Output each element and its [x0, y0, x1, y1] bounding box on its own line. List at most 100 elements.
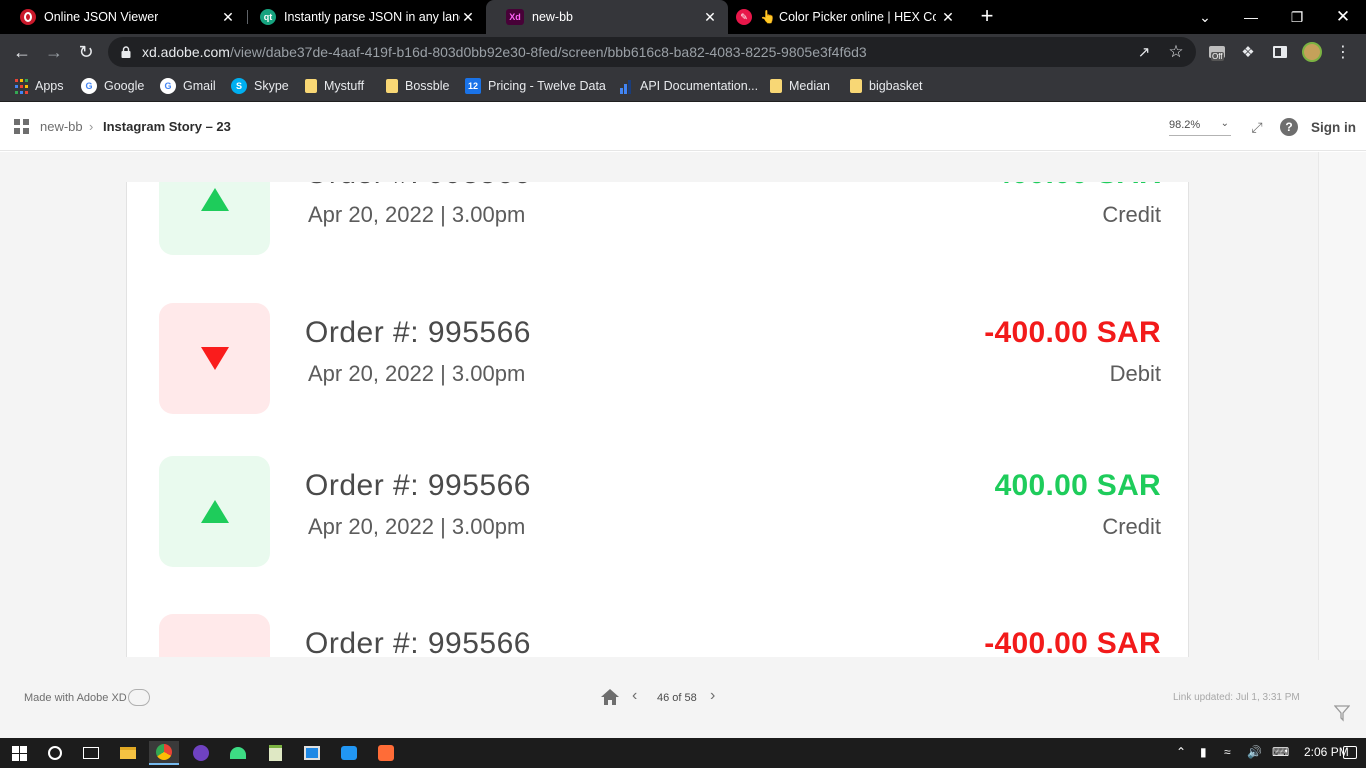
battery-icon[interactable]: ▮	[1200, 745, 1207, 759]
menu-kebab-icon[interactable]: ⋮	[1332, 41, 1354, 63]
postman-icon[interactable]	[371, 741, 401, 765]
notepad-icon[interactable]	[260, 741, 290, 765]
transaction-row[interactable]: Order #: 995566 Apr 20, 2022 | 3.00pm -4…	[127, 303, 1188, 415]
android-studio-icon[interactable]	[223, 741, 253, 765]
app-icon[interactable]	[334, 741, 364, 765]
transaction-date: Apr 20, 2022 | 3.00pm	[308, 202, 526, 227]
made-with-adobe-xd[interactable]: Made with Adobe XD	[24, 692, 127, 704]
breadcrumb-root[interactable]: new-bb	[40, 119, 83, 134]
lock-icon	[121, 46, 131, 58]
volume-icon[interactable]: 🔊	[1247, 745, 1262, 759]
extension-off-icon[interactable]: Off	[1206, 41, 1228, 63]
transaction-amount: -400.00 SAR	[984, 627, 1161, 657]
minimize-icon[interactable]: —	[1228, 0, 1274, 34]
file-explorer-icon[interactable]	[113, 741, 143, 765]
windows-start-icon[interactable]	[4, 741, 34, 765]
chart-bars-icon	[617, 78, 633, 94]
previous-screen-arrow-icon[interactable]: ‹	[632, 687, 637, 705]
windows-taskbar: ⌃ ▮ ≈ 🔊 ⌨ 2:06 PM	[0, 738, 1366, 768]
bookmark-apps[interactable]: Apps	[15, 76, 64, 96]
bookmark-label: Bossble	[405, 79, 450, 93]
triangle-up-icon	[200, 500, 229, 523]
address-bar[interactable]: xd.adobe.com/view/dabe37de-4aaf-419f-b16…	[108, 37, 1196, 67]
restore-icon[interactable]: ❐	[1274, 0, 1320, 34]
transaction-date: Apr 20, 2022 | 3.00pm	[308, 361, 526, 386]
transaction-row[interactable]: Order #: 995566 Apr 20, 2022 | 3.00pm 40…	[127, 456, 1188, 568]
bookmark-star-icon[interactable]: ☆	[1165, 41, 1187, 63]
tray-chevron-up-icon[interactable]: ⌃	[1176, 745, 1186, 759]
fullscreen-expand-icon[interactable]: ⤢	[1248, 118, 1266, 136]
tab-parse-json[interactable]: qt Instantly parse JSON in any langu ✕	[240, 0, 486, 34]
color-picker-icon: ✎	[736, 9, 752, 25]
comment-filter-icon[interactable]	[1334, 704, 1350, 722]
bookmark-label: Skype	[254, 79, 289, 93]
bookmark-label: bigbasket	[869, 79, 923, 93]
xd-footer: Made with Adobe XD ‹ 46 of 58 › Link upd…	[0, 660, 1366, 738]
debit-badge	[159, 614, 270, 657]
notification-center-icon[interactable]	[1343, 746, 1357, 759]
sign-in-link[interactable]: Sign in	[1311, 120, 1356, 135]
tab-title: Instantly parse JSON in any langu	[284, 10, 460, 24]
tab-online-json-viewer[interactable]: Online JSON Viewer ✕	[0, 0, 246, 34]
remote-desktop-icon[interactable]	[297, 741, 327, 765]
share-icon[interactable]: ↗	[1133, 41, 1155, 63]
transaction-kind: Credit	[1102, 514, 1161, 539]
bookmark-bossble[interactable]: Bossble	[386, 76, 449, 96]
qt-icon: qt	[260, 9, 276, 25]
xd-header: new-bb › Instagram Story – 23 98.2% ⌄ ⤢ …	[0, 103, 1366, 151]
folder-icon	[850, 79, 862, 93]
github-desktop-icon[interactable]	[186, 741, 216, 765]
search-circle-icon[interactable]	[40, 741, 70, 765]
tab-title: new-bb	[532, 10, 573, 24]
side-panel-icon[interactable]	[1269, 41, 1291, 63]
bookmark-skype[interactable]: S Skype	[231, 76, 289, 96]
wifi-icon[interactable]: ≈	[1224, 745, 1231, 759]
bookmark-bigbasket[interactable]: bigbasket	[850, 76, 923, 96]
triangle-down-icon	[200, 347, 229, 370]
browser-tab-strip: Online JSON Viewer ✕ qt Instantly parse …	[0, 0, 1366, 34]
window-close-icon[interactable]: ✕	[1320, 0, 1366, 34]
extensions-puzzle-icon[interactable]: ❖	[1237, 41, 1259, 63]
help-icon[interactable]: ?	[1280, 118, 1298, 136]
tab-close-icon[interactable]: ✕	[220, 9, 236, 25]
screen-pager: 46 of 58	[657, 692, 697, 704]
profile-avatar[interactable]	[1301, 41, 1323, 63]
bookmark-label: Google	[104, 79, 145, 93]
back-arrow-icon[interactable]: ←	[8, 38, 36, 66]
transaction-row[interactable]: Order #: 995566 Apr 20, 2022 | 3.00pm 40…	[127, 182, 1188, 256]
tab-search-chevron-icon[interactable]: ⌄	[1182, 0, 1228, 34]
bookmark-median[interactable]: Median	[770, 76, 830, 96]
bookmark-gmail[interactable]: G Gmail	[160, 76, 216, 96]
artboard[interactable]: Order #: 995566 Apr 20, 2022 | 3.00pm 40…	[126, 182, 1189, 657]
tab-close-icon[interactable]: ✕	[460, 9, 476, 25]
twelve-data-icon: 12	[465, 78, 481, 94]
bookmark-google[interactable]: G Google	[81, 76, 144, 96]
folder-icon	[305, 79, 317, 93]
bookmark-mystuff[interactable]: Mystuff	[305, 76, 364, 96]
taskbar-clock[interactable]: 2:06 PM	[1304, 745, 1349, 759]
transaction-amount: -400.00 SAR	[984, 316, 1161, 349]
tab-new-bb[interactable]: Xd new-bb ✕	[486, 0, 728, 34]
order-number: Order #: 995566	[305, 316, 531, 349]
breadcrumb-chevron-icon: ›	[89, 119, 94, 134]
language-icon[interactable]: ⌨	[1272, 745, 1289, 759]
forward-arrow-icon[interactable]: →	[40, 38, 68, 66]
breadcrumb-current: Instagram Story – 23	[103, 119, 231, 134]
tab-close-icon[interactable]: ✕	[940, 9, 956, 25]
bookmark-twelve-data[interactable]: 12 Pricing - Twelve Data	[465, 76, 606, 96]
bookmark-api-docs[interactable]: API Documentation...	[617, 76, 758, 96]
chrome-taskbar-icon[interactable]	[149, 741, 179, 765]
zoom-select[interactable]: 98.2% ⌄	[1169, 118, 1231, 136]
grid-view-icon[interactable]	[14, 119, 29, 134]
url-text: xd.adobe.com/view/dabe37de-4aaf-419f-b16…	[142, 44, 867, 60]
zoom-value: 98.2%	[1169, 119, 1201, 131]
comments-side-panel	[1318, 152, 1366, 738]
tab-color-picker[interactable]: ✎ 👆 Color Picker online | HEX Colo ✕	[716, 0, 966, 34]
next-screen-arrow-icon[interactable]: ›	[710, 687, 715, 705]
transaction-row[interactable]: Order #: 995566 -400.00 SAR	[127, 614, 1188, 657]
debit-badge	[159, 303, 270, 414]
new-tab-button[interactable]: +	[976, 5, 998, 27]
task-view-icon[interactable]	[76, 741, 106, 765]
reload-icon[interactable]: ↻	[72, 38, 100, 66]
home-icon[interactable]	[600, 687, 620, 707]
